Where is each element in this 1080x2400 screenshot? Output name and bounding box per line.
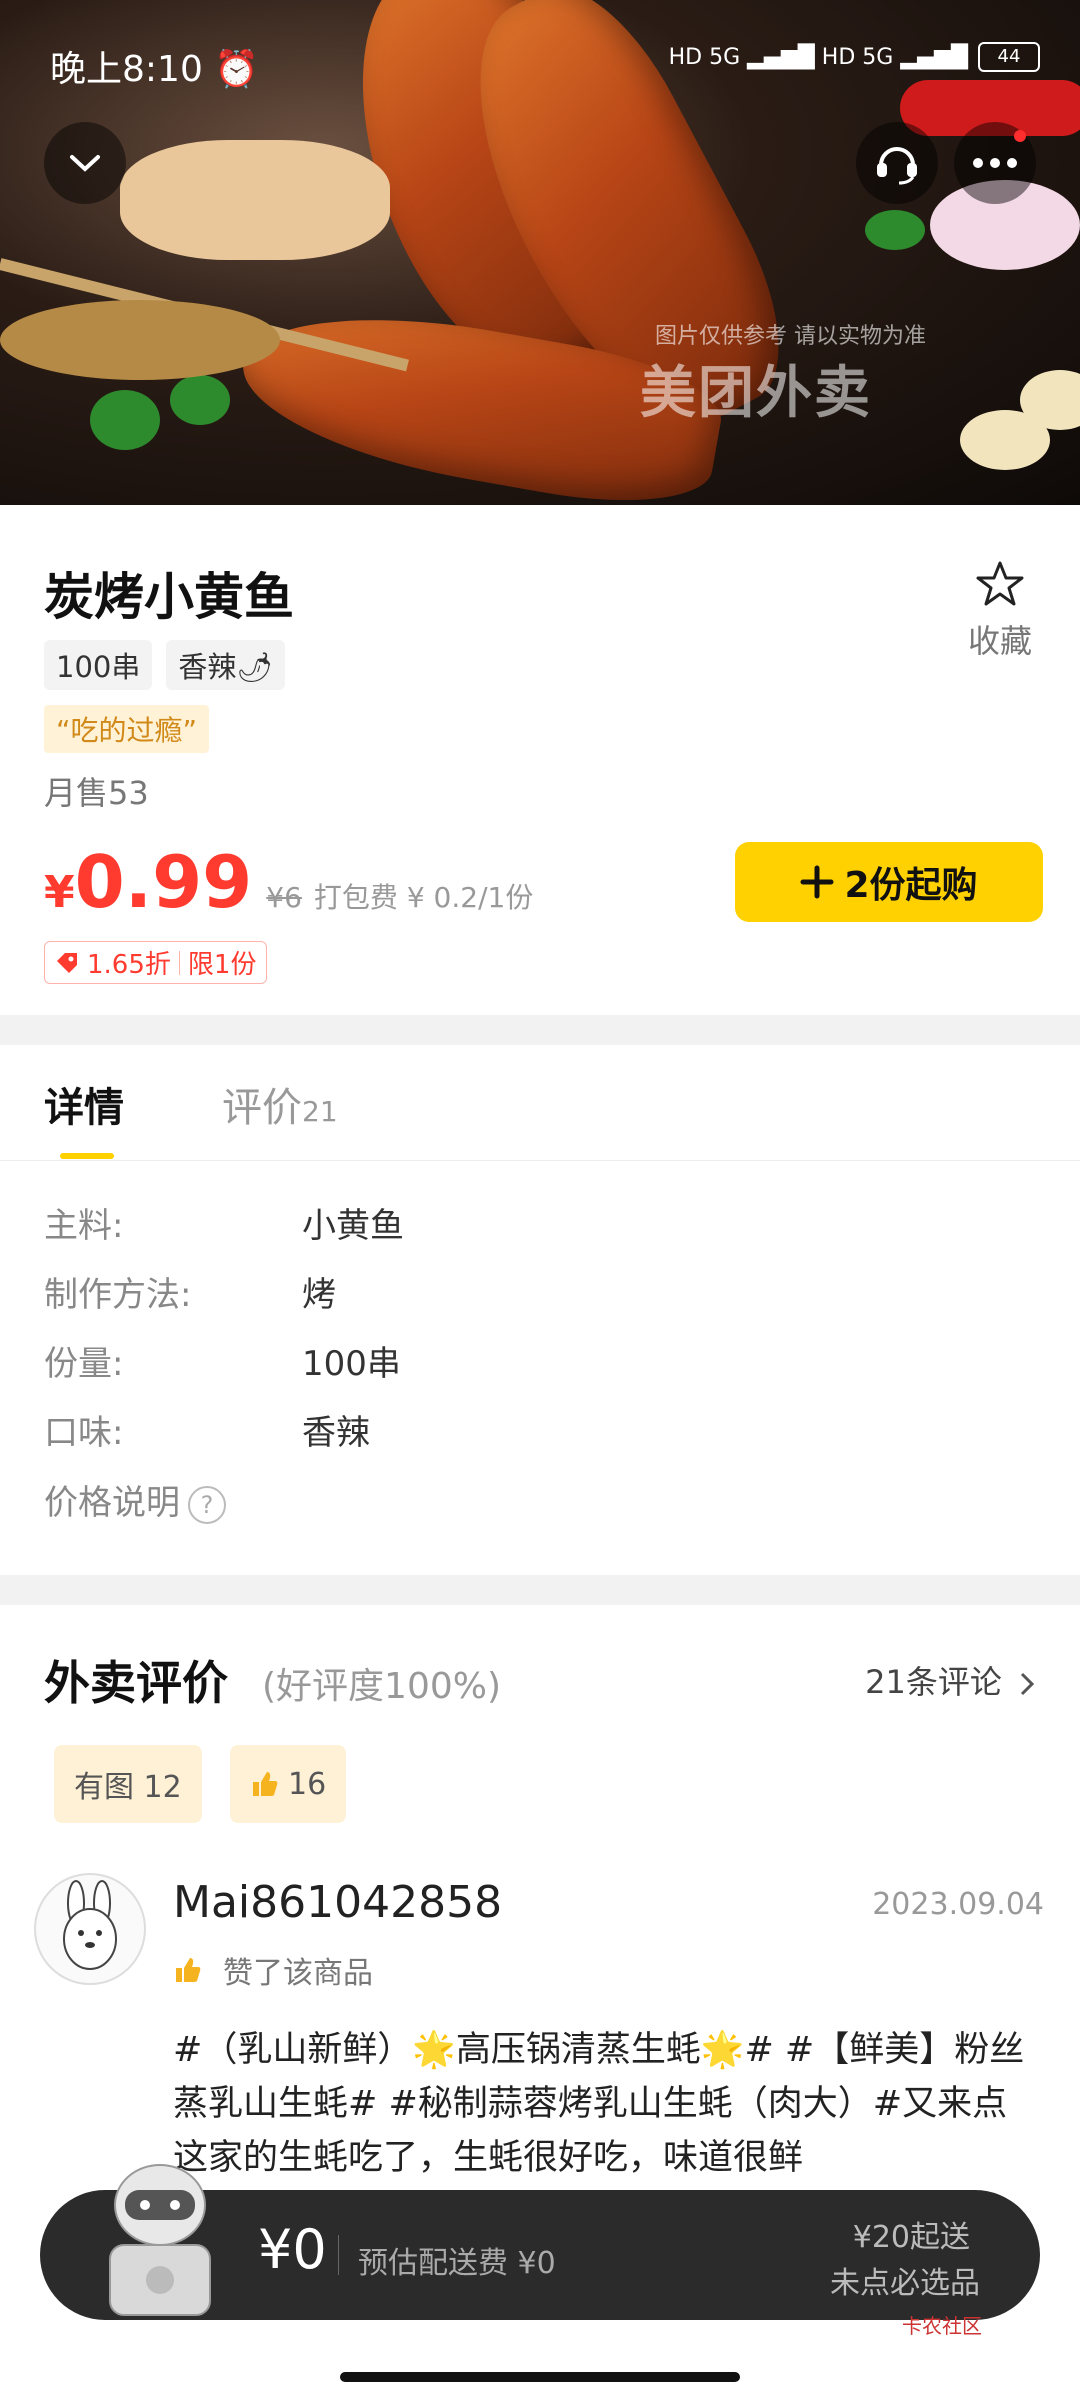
signal-icon: HD 5G ▂▄▆█ HD 5G ▂▄▆█ (668, 44, 968, 70)
buy-label: 2份起购 (844, 865, 978, 906)
hero-note: 图片仅供参考 请以实物为准 (655, 324, 926, 349)
tab-reviews[interactable]: 评价21 (222, 1075, 338, 1133)
detail-value-portion: 100串 (302, 1344, 401, 1384)
price: 0.99 (74, 840, 253, 924)
tag-flavor: 香辣🌶 (166, 640, 286, 690)
detail-value-method: 烤 (302, 1275, 336, 1315)
detail-key-method: 制作方法: (44, 1275, 192, 1315)
required-items-note: 未点必选品 (830, 2266, 980, 2301)
review-count: 21 (302, 1095, 338, 1128)
favorite-button[interactable]: 收藏 (960, 560, 1040, 662)
cart-total: ¥0 (258, 2218, 327, 2281)
status-time: 晚上8:10 ⏰ (50, 49, 260, 90)
price-symbol: ¥ (44, 867, 75, 918)
review-username: Mai861042858 (173, 1877, 503, 1928)
min-order: ¥20起送 (852, 2220, 970, 2255)
battery-icon: 44 (978, 42, 1040, 72)
all-reviews-link[interactable]: 21条评论 (865, 1657, 1036, 1703)
headset-icon (877, 147, 917, 185)
cart-mascot-icon[interactable] (85, 2150, 235, 2320)
product-card: 炭烤小黄鱼 收藏 100串 香辣🌶 “吃的过瘾” 月售53 ¥ 0.99 ¥6 … (0, 505, 1080, 1015)
product-title: 炭烤小黄鱼 (44, 568, 294, 626)
product-quote: “吃的过瘾” (44, 705, 210, 753)
reviews-rating: (好评度100%) (262, 1666, 502, 1707)
customer-service-button[interactable] (856, 122, 938, 204)
monthly-sales: 月售53 (44, 774, 149, 812)
price-row: ¥ 0.99 ¥6 打包费 ¥ 0.2/1份 (44, 840, 533, 924)
detail-value-flavor: 香辣 (302, 1413, 370, 1453)
notification-dot (1014, 130, 1026, 142)
plus-icon (800, 865, 834, 899)
hero-watermark: 美团外卖 (640, 361, 872, 426)
star-icon (976, 561, 1024, 606)
detail-value-ingredient: 小黄鱼 (302, 1206, 404, 1246)
chevron-down-icon (70, 155, 100, 172)
tab-divider (0, 1160, 1080, 1161)
review-text: #（乳山新鲜）🌟高压锅清蒸生蚝🌟# #【鲜美】粉丝蒸乳山生蚝# #秘制蒜蓉烤乳山… (173, 2030, 1025, 2178)
detail-key-portion: 份量: (44, 1344, 124, 1384)
review-date: 2023.09.04 (872, 1887, 1044, 1922)
status-indicators: HD 5G ▂▄▆█ HD 5G ▂▄▆█ 44 (669, 42, 1040, 72)
packing-fee: 打包费 ¥ 0.2/1份 (313, 881, 534, 914)
review-liked: 赞了该商品 (173, 1948, 373, 1992)
original-price: ¥6 (266, 881, 302, 914)
thumbs-up-icon (253, 1772, 278, 1796)
tab-details[interactable]: 详情 (44, 1075, 124, 1133)
watermark-badge: 卡农社区 (902, 2314, 982, 2338)
avatar[interactable] (34, 1873, 146, 1985)
home-indicator[interactable] (340, 2372, 740, 2382)
price-tag-icon (57, 952, 77, 973)
collapse-button[interactable] (44, 122, 126, 204)
price-note[interactable]: 价格说明? (44, 1475, 226, 1524)
product-hero-image: 图片仅供参考 请以实物为准 美团外卖 晚上8:10 ⏰ HD 5G ▂▄▆█ H… (0, 0, 1080, 505)
purchase-limit: 限1份 (187, 950, 257, 980)
detail-key-ingredient: 主料: (44, 1206, 124, 1246)
filter-with-photos[interactable]: 有图 12 (54, 1745, 202, 1823)
favorite-label: 收藏 (967, 622, 1032, 660)
kangaroo-avatar-icon (63, 1880, 117, 1970)
thumbs-up-icon (176, 1958, 201, 1982)
reviews-title: 外卖评价 (44, 1656, 228, 1710)
more-button[interactable] (954, 122, 1036, 204)
filter-liked[interactable]: 16 (230, 1745, 347, 1823)
more-icon (973, 158, 1017, 168)
discount-badge: 1.65折 限1份 (44, 941, 268, 984)
tag-portion: 100串 (44, 640, 153, 690)
buy-button[interactable]: 2份起购 (735, 842, 1043, 922)
help-icon: ? (188, 1485, 226, 1524)
tab-active-indicator (60, 1153, 114, 1159)
discount-value: 1.65折 (87, 950, 171, 980)
detail-key-flavor: 口味: (44, 1413, 124, 1453)
chevron-right-icon (1020, 1672, 1035, 1696)
details-section: 详情 评价21 主料: 小黄鱼 制作方法: 烤 份量: 100串 口味: 香辣 … (0, 1045, 1080, 1575)
product-tags: 100串 香辣🌶 (44, 640, 286, 690)
delivery-fee: 预估配送费 ¥0 (358, 2246, 556, 2281)
